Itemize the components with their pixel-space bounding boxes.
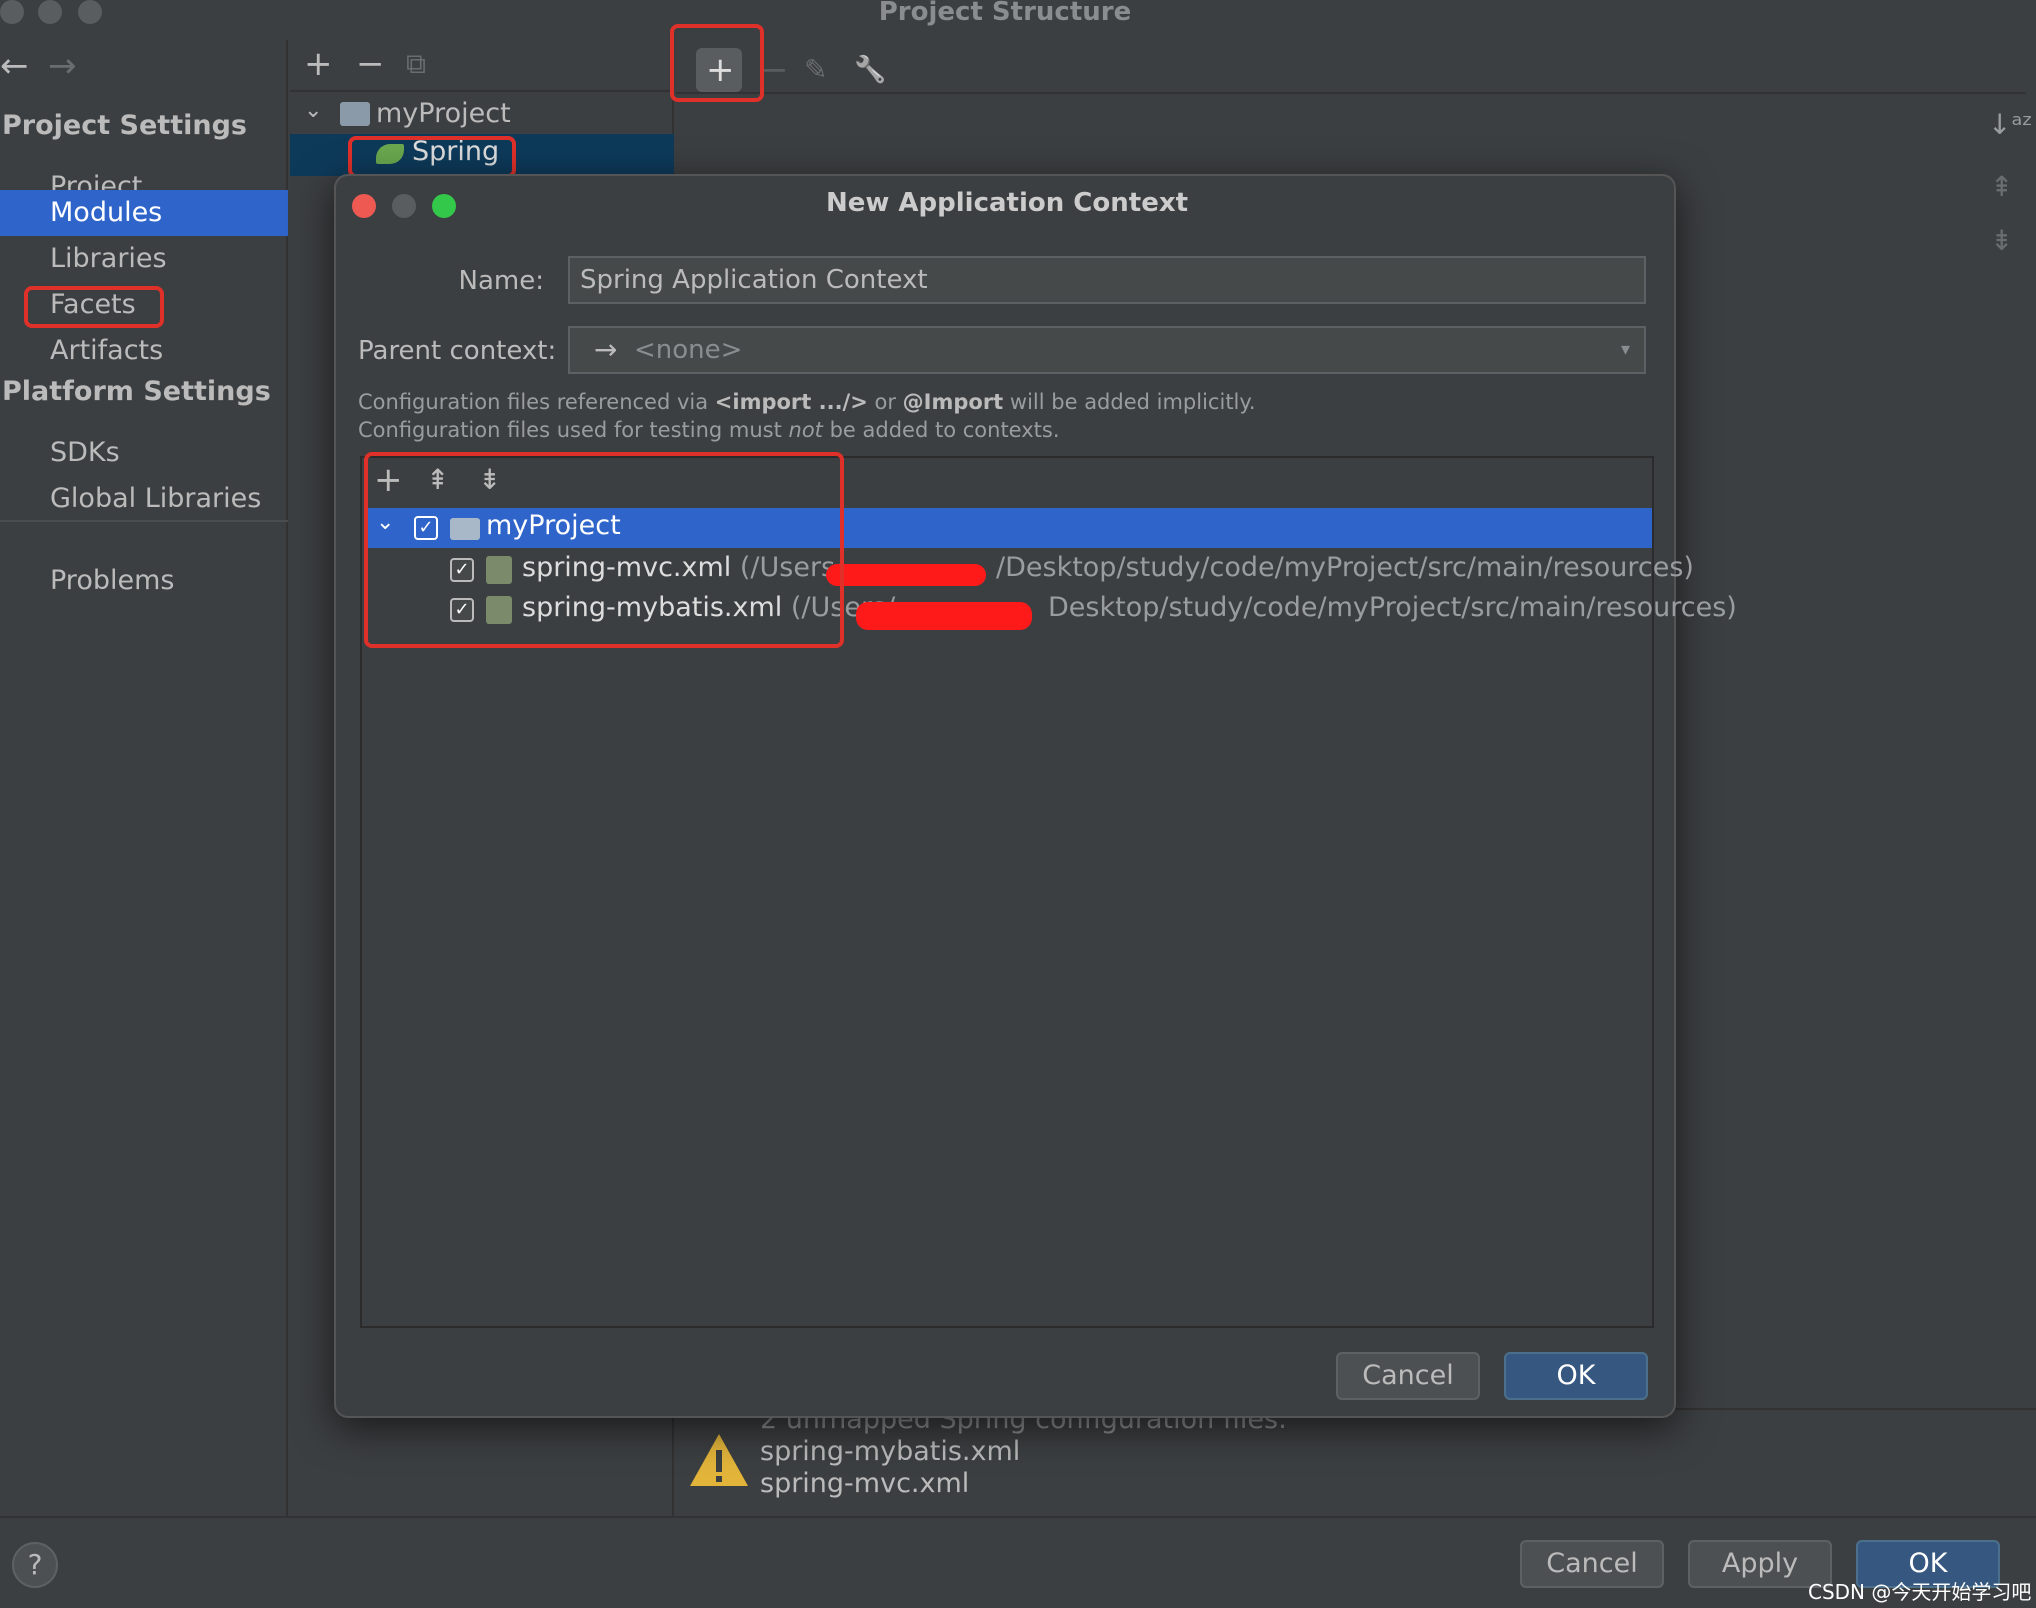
- sidebar-item-artifacts[interactable]: Artifacts: [0, 328, 288, 374]
- window-title: Project Structure: [878, 0, 1132, 27]
- name-input[interactable]: Spring Application Context: [568, 256, 1646, 304]
- facets-highlight: [24, 286, 164, 328]
- dropdown-chevron-icon: ▾: [1620, 339, 1630, 360]
- cancel-button[interactable]: Cancel: [1520, 1540, 1664, 1588]
- dialog-ok-button[interactable]: OK: [1504, 1352, 1648, 1400]
- remove-context-icon[interactable]: −: [760, 50, 789, 90]
- forward-arrow-icon[interactable]: →: [48, 46, 77, 86]
- parent-context-label: Parent context:: [358, 336, 557, 366]
- dialog-cancel-button[interactable]: Cancel: [1336, 1352, 1480, 1400]
- title-bar: Project Structure: [0, 0, 2036, 28]
- new-application-context-dialog: New Application Context Name: Spring App…: [334, 174, 1737, 1418]
- unmapped-warning-panel: 2 unmapped Spring configuration files: s…: [676, 1404, 2036, 1516]
- right-toolbar-divider: [676, 92, 2026, 94]
- tree-highlight: [364, 452, 844, 648]
- folder-icon: [340, 102, 370, 126]
- wrench-icon[interactable]: 🔧: [854, 50, 886, 90]
- sort-alpha-icon[interactable]: ↓ᵃᶻ: [1988, 108, 2033, 141]
- project-settings-header: Project Settings: [2, 110, 247, 141]
- sidebar-item-sdks[interactable]: SDKs: [0, 430, 288, 476]
- warning-line-2: spring-mybatis.xml: [760, 1436, 1021, 1467]
- platform-settings-header: Platform Settings: [2, 376, 271, 407]
- chevron-down-icon[interactable]: ⌄: [304, 98, 322, 123]
- expand-all-icon[interactable]: ⇞: [1990, 170, 2013, 203]
- spring-mvc-path: /Desktop/study/code/myProject/src/main/r…: [996, 552, 1694, 583]
- help-button[interactable]: ?: [12, 1542, 58, 1588]
- redaction-scribble: [856, 602, 1032, 630]
- copy-icon[interactable]: ⧉: [406, 44, 426, 84]
- collapse-all-icon[interactable]: ⇟: [1990, 224, 2013, 257]
- settings-sidebar: ← → Project Settings Project Modules Lib…: [0, 40, 288, 1516]
- sidebar-divider: [0, 520, 288, 522]
- sidebar-item-global-libraries[interactable]: Global Libraries: [0, 476, 288, 522]
- name-label: Name:: [458, 266, 544, 296]
- watermark: CSDN @今天开始学习吧: [1808, 1580, 2032, 1604]
- sidebar-item-modules[interactable]: Modules: [0, 190, 288, 236]
- hint-line-2: Configuration files used for testing mus…: [358, 418, 1060, 442]
- spring-mybatis-path: Desktop/study/code/myProject/src/main/re…: [1048, 592, 1737, 623]
- mid-toolbar-divider: [290, 90, 674, 92]
- spring-highlight: [348, 136, 516, 178]
- add-context-highlight: [670, 24, 764, 102]
- remove-facet-icon[interactable]: −: [356, 44, 385, 84]
- tree-node-myproject[interactable]: myProject: [376, 98, 511, 129]
- parent-context-select[interactable]: → <none> ▾: [568, 326, 1646, 374]
- add-facet-icon[interactable]: +: [304, 44, 333, 84]
- sidebar-item-libraries[interactable]: Libraries: [0, 236, 288, 282]
- dialog-title: New Application Context: [825, 188, 1189, 218]
- warning-line-3: spring-mvc.xml: [760, 1468, 970, 1499]
- parent-context-value: <none>: [634, 335, 743, 365]
- back-arrow-icon[interactable]: ←: [0, 46, 29, 86]
- edit-icon[interactable]: ✎: [804, 50, 827, 90]
- redaction-scribble: [826, 564, 986, 586]
- arrow-right-icon: →: [594, 333, 618, 366]
- sidebar-item-problems[interactable]: Problems: [0, 558, 288, 604]
- hint-line-1: Configuration files referenced via <impo…: [358, 390, 1256, 414]
- warning-icon: [690, 1434, 748, 1486]
